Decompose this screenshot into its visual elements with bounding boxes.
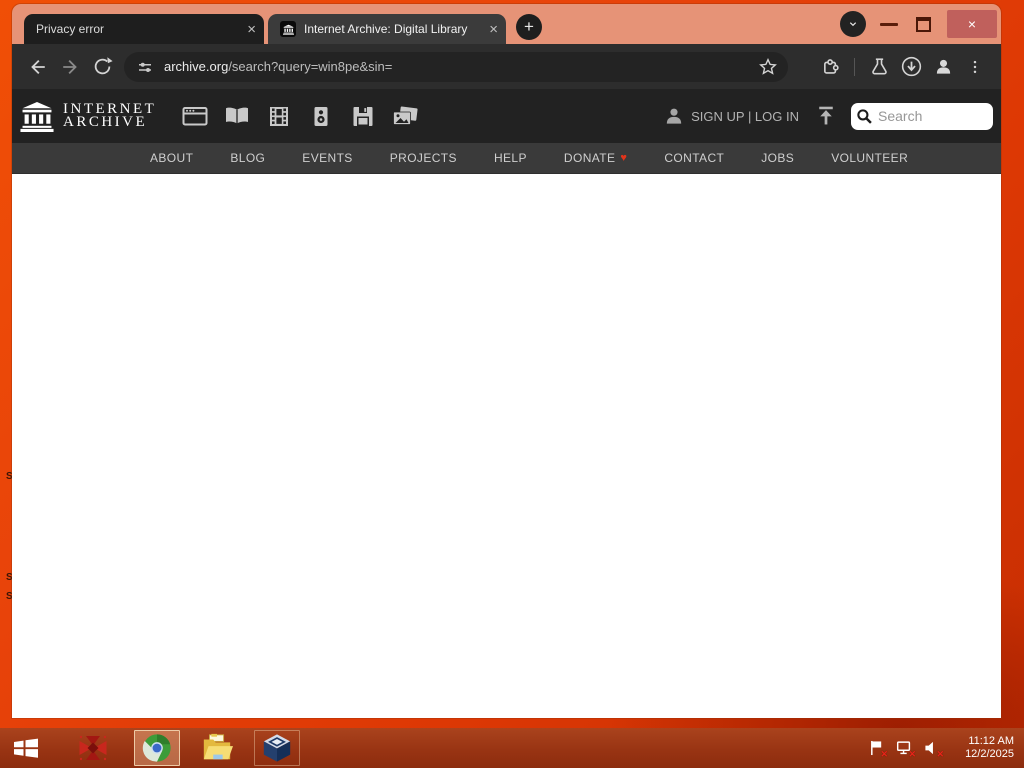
system-tray: ✕ ✕ ✕ 11:12 AM 12/2/2025 [864, 735, 1024, 761]
archive-building-icon [20, 101, 54, 132]
flask-icon [871, 58, 887, 75]
archive-favicon-icon [280, 21, 296, 37]
url-text: archive.org/search?query=win8pe&sin= [164, 59, 392, 74]
nav-link-jobs[interactable]: JOBS [761, 151, 794, 165]
avatar-icon [936, 59, 950, 74]
reload-icon [94, 57, 113, 75]
tab-title: Privacy error [36, 22, 105, 36]
windows-logo-icon [14, 738, 38, 758]
media-type-links [182, 105, 418, 127]
start-button[interactable] [4, 730, 48, 766]
blank-results-area [12, 174, 1001, 718]
wordmark-line2: ARCHIVE [63, 114, 148, 130]
heart-icon: ♥ [620, 152, 628, 164]
alert-badge-icon: ✕ [908, 749, 916, 759]
movies-icon[interactable] [266, 106, 292, 127]
network-status-button[interactable]: ✕ [892, 737, 916, 759]
archive-logo[interactable]: INTERNET ARCHIVE [20, 101, 156, 132]
page-content: INTERNET ARCHIVE SIGN UP | LOG IN Search… [12, 89, 1001, 718]
tab-title: Internet Archive: Digital Library [304, 22, 468, 36]
downloads-button[interactable] [895, 51, 927, 83]
menu-button[interactable] [959, 51, 991, 83]
star-icon [759, 57, 777, 75]
nav-link-volunteer[interactable]: VOLUNTEER [831, 151, 908, 165]
bookmark-button[interactable] [752, 51, 784, 83]
nav-link-blog[interactable]: BLOG [230, 151, 265, 165]
header-right: SIGN UP | LOG IN [663, 102, 993, 130]
tab-strip: Privacy error × Internet Archive: Digita… [12, 4, 1001, 44]
alert-badge-icon: ✕ [880, 749, 888, 759]
labs-button[interactable] [863, 51, 895, 83]
forward-button[interactable] [54, 51, 86, 83]
browser-toolbar: archive.org/search?query=win8pe&sin= [12, 44, 1001, 89]
url-path: /search?query=win8pe&sin= [228, 59, 393, 74]
chrome-icon [142, 734, 171, 762]
back-arrow-icon [31, 59, 45, 74]
minimize-button[interactable] [880, 22, 898, 26]
address-bar[interactable]: archive.org/search?query=win8pe&sin= [124, 51, 788, 83]
kebab-menu-icon [973, 60, 977, 73]
archive-wordmark: INTERNET ARCHIVE [63, 102, 156, 130]
red-app-icon [79, 735, 107, 761]
signup-login-link[interactable]: SIGN UP | LOG IN [691, 109, 799, 124]
nav-link-contact[interactable]: CONTACT [664, 151, 724, 165]
browser-window: Privacy error × Internet Archive: Digita… [12, 4, 1001, 718]
chevron-down-icon [849, 22, 857, 27]
toolbar-divider [854, 57, 855, 76]
archive-nav: ABOUT BLOG EVENTS PROJECTS HELP DONATE ♥ … [12, 143, 1001, 174]
taskbar-chrome-button[interactable] [134, 730, 180, 766]
images-icon[interactable] [392, 105, 418, 127]
archive-search-input[interactable] [876, 107, 970, 125]
clock-date: 12/2/2025 [965, 748, 1014, 760]
tab-search-button[interactable] [840, 11, 866, 37]
volume-button[interactable]: ✕ [920, 737, 944, 759]
person-icon [666, 108, 682, 124]
audio-icon[interactable] [308, 106, 334, 127]
nav-link-projects[interactable]: PROJECTS [390, 151, 457, 165]
search-icon [857, 108, 872, 124]
window-controls: × [840, 9, 997, 39]
tab-privacy-error[interactable]: Privacy error × [24, 14, 264, 44]
nav-link-events[interactable]: EVENTS [302, 151, 352, 165]
taskbar: ✕ ✕ ✕ 11:12 AM 12/2/2025 [0, 728, 1024, 768]
puzzle-icon [823, 59, 839, 74]
site-settings-icon[interactable] [136, 58, 154, 76]
software-icon[interactable] [350, 106, 376, 127]
url-domain: archive.org [164, 59, 229, 74]
taskbar-clock[interactable]: 11:12 AM 12/2/2025 [956, 735, 1014, 761]
taskbar-explorer-button[interactable] [194, 730, 240, 766]
upload-icon[interactable] [815, 104, 837, 128]
back-button[interactable] [22, 51, 54, 83]
download-icon [901, 56, 921, 77]
mute-badge-icon: ✕ [936, 749, 944, 759]
nav-link-about[interactable]: ABOUT [150, 151, 193, 165]
maximize-button[interactable] [916, 16, 931, 32]
forward-arrow-icon [63, 59, 77, 74]
web-icon[interactable] [182, 106, 208, 127]
extensions-button[interactable] [814, 51, 846, 83]
tab-close-icon[interactable]: × [489, 22, 498, 37]
tab-internet-archive[interactable]: Internet Archive: Digital Library × [268, 14, 506, 44]
close-window-button[interactable]: × [947, 10, 997, 38]
clock-time: 11:12 AM [968, 735, 1014, 747]
nav-link-help[interactable]: HELP [494, 151, 527, 165]
nav-link-donate-label: DONATE [563, 151, 616, 165]
archive-header: INTERNET ARCHIVE SIGN UP | LOG IN Search [12, 89, 1001, 143]
archive-search-box[interactable] [851, 102, 993, 130]
file-explorer-icon [203, 733, 233, 760]
action-center-button[interactable]: ✕ [864, 737, 888, 759]
tab-close-icon[interactable]: × [247, 22, 256, 37]
virtualbox-icon [263, 734, 291, 762]
texts-icon[interactable] [224, 106, 250, 127]
new-tab-button[interactable]: + [516, 14, 542, 40]
nav-link-donate[interactable]: DONATE ♥ [564, 151, 627, 165]
reload-button[interactable] [86, 51, 118, 83]
taskbar-red-app-button[interactable] [70, 730, 116, 766]
profile-button[interactable] [927, 51, 959, 83]
toolbar-actions [814, 51, 991, 83]
taskbar-virtualbox-button[interactable] [254, 730, 300, 766]
